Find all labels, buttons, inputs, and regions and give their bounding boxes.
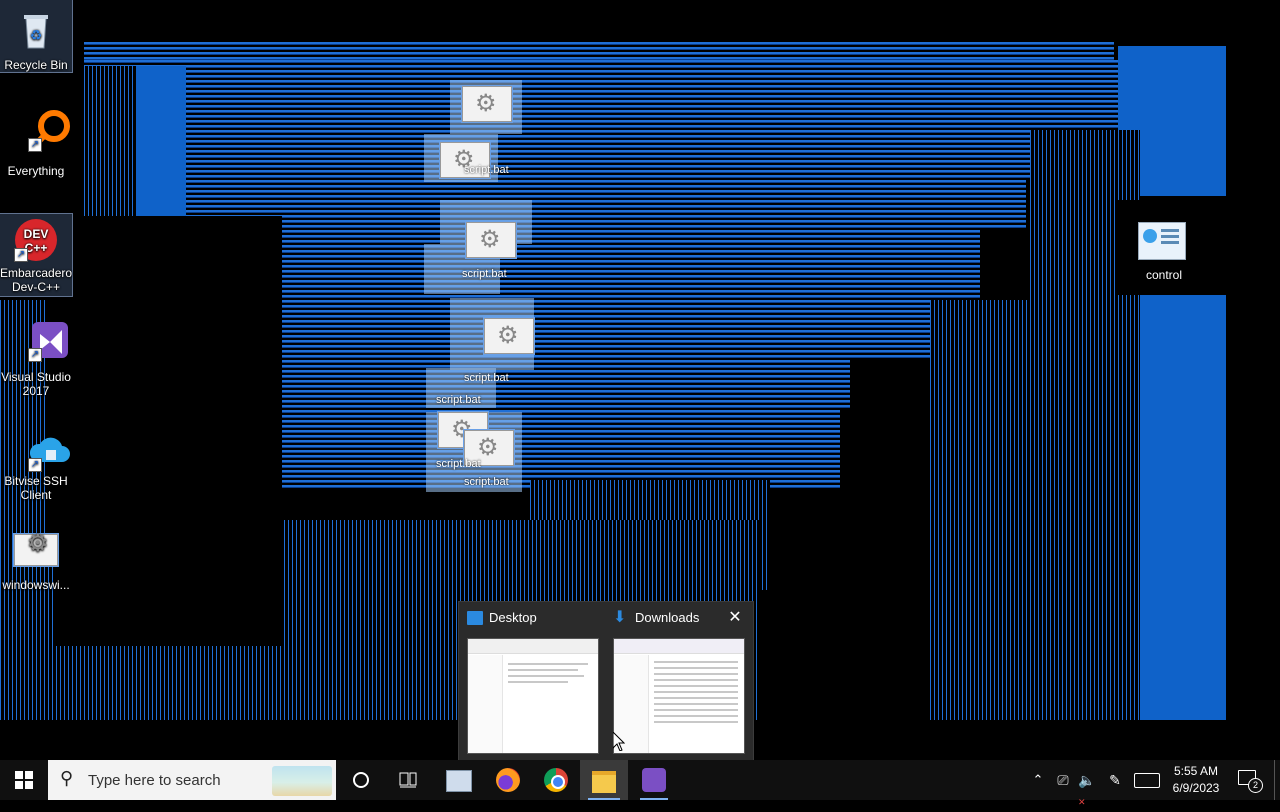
script-icon-stack[interactable]: script.bat script.bat script.bat script.… (424, 78, 536, 508)
network-icon[interactable]: ⎚ (1054, 770, 1072, 790)
windowswi-icon[interactable]: windowswi... (0, 534, 72, 596)
volume-muted-icon[interactable]: 🔈✕ (1078, 770, 1098, 807)
taskbar-app-file-explorer[interactable] (580, 760, 628, 800)
search-box[interactable]: ⚲ Type here to search (48, 760, 336, 800)
taskbar: ⚲ Type here to search ⌃ ⎚ 🔈✕ ✎ 5:55 AM 6… (0, 760, 1280, 807)
script-file-icon (14, 534, 58, 566)
thumbnail-preview (613, 638, 745, 754)
script-label: script.bat (464, 164, 509, 176)
visual-studio-icon[interactable]: ↗ Visual Studio 2017 (0, 318, 72, 400)
icon-label: control (1145, 268, 1183, 282)
thumbnail-title: Desktop (489, 610, 537, 625)
control-panel-icon (1138, 222, 1186, 260)
search-highlight-image (272, 766, 332, 796)
notification-badge: 2 (1248, 778, 1263, 793)
icon-label: Recycle Bin (4, 58, 68, 72)
taskbar-app-visual-studio[interactable] (630, 760, 678, 800)
taskbar-app-firefox[interactable] (484, 760, 532, 800)
thumbnail-preview (467, 638, 599, 754)
script-label: script.bat (464, 372, 509, 384)
icon-label: Visual Studio 2017 (1, 370, 71, 398)
svg-text:C++: C++ (25, 241, 48, 255)
control-icon[interactable]: control (1128, 220, 1200, 282)
search-placeholder: Type here to search (88, 772, 221, 789)
icon-label: Embarcadero Dev-C++ (0, 266, 73, 294)
close-icon[interactable]: ✕ (725, 608, 745, 628)
action-center-button[interactable]: 2 (1234, 768, 1264, 793)
task-view-button[interactable] (384, 760, 432, 800)
shortcut-arrow-icon: ↗ (28, 138, 42, 152)
devcpp-logo-icon: DEV C++ ↗ (14, 218, 58, 262)
start-button[interactable] (0, 760, 48, 800)
firefox-icon (496, 768, 520, 792)
desktop-folder-icon (467, 611, 483, 625)
svg-text:♻: ♻ (30, 27, 43, 43)
script-label: script.bat (436, 394, 481, 406)
thumbnail-title: Downloads (635, 610, 700, 625)
show-hidden-icons-chevron-icon[interactable]: ⌃ (1030, 770, 1046, 790)
icon-label: Bitvise SSH Client (4, 474, 68, 502)
everything-icon[interactable]: ↗ Everything (0, 108, 72, 180)
clock-date: 6/9/2023 (1172, 781, 1220, 795)
explorer-thumbnail-popup: Desktop ⬇ Downloads ✕ (458, 601, 754, 761)
search-icon: ⚲ (60, 768, 74, 788)
download-arrow-icon: ⬇ (613, 609, 627, 626)
vs-logo-icon: ↗ (28, 318, 72, 362)
taskbar-app-chrome[interactable] (532, 760, 580, 800)
task-view-icon (399, 772, 417, 788)
magnifier-icon: ↗ (28, 108, 72, 152)
windows-logo-icon (15, 771, 33, 789)
taskbar-app-control-panel[interactable] (434, 760, 482, 800)
devcpp-icon[interactable]: DEV C++ ↗ Embarcadero Dev-C++ (0, 213, 73, 297)
script-label: script.bat (464, 476, 509, 488)
svg-text:DEV: DEV (24, 227, 49, 241)
mouse-cursor-icon (612, 730, 626, 756)
show-desktop-button[interactable] (1274, 760, 1280, 800)
icon-label: Everything (7, 164, 65, 178)
script-label: script.bat (436, 458, 481, 470)
shortcut-arrow-icon: ↗ (28, 458, 42, 472)
pen-icon[interactable]: ✎ (1106, 770, 1124, 790)
clock[interactable]: 5:55 AM 6/9/2023 (1166, 764, 1226, 798)
icon-label: windowswi... (2, 578, 70, 592)
vs-icon (642, 768, 666, 792)
shortcut-arrow-icon: ↗ (28, 348, 42, 362)
script-label: script.bat (462, 268, 507, 280)
cortana-circle-icon (353, 772, 369, 788)
clock-time: 5:55 AM (1173, 764, 1219, 778)
folder-icon (592, 771, 616, 793)
cortana-button[interactable] (336, 760, 384, 800)
control-panel-icon (446, 770, 472, 792)
thumbnail-desktop[interactable]: Desktop (459, 602, 605, 760)
thumbnail-downloads[interactable]: ⬇ Downloads ✕ (605, 602, 751, 760)
shortcut-arrow-icon: ↗ (14, 248, 28, 262)
trash-icon: ♻ (14, 8, 58, 52)
keyboard-icon[interactable] (1134, 773, 1160, 788)
recycle-bin-icon[interactable]: ♻ Recycle Bin (0, 0, 73, 73)
cloud-icon: ↗ (28, 428, 72, 472)
bitvise-icon[interactable]: ↗ Bitvise SSH Client (0, 428, 72, 510)
